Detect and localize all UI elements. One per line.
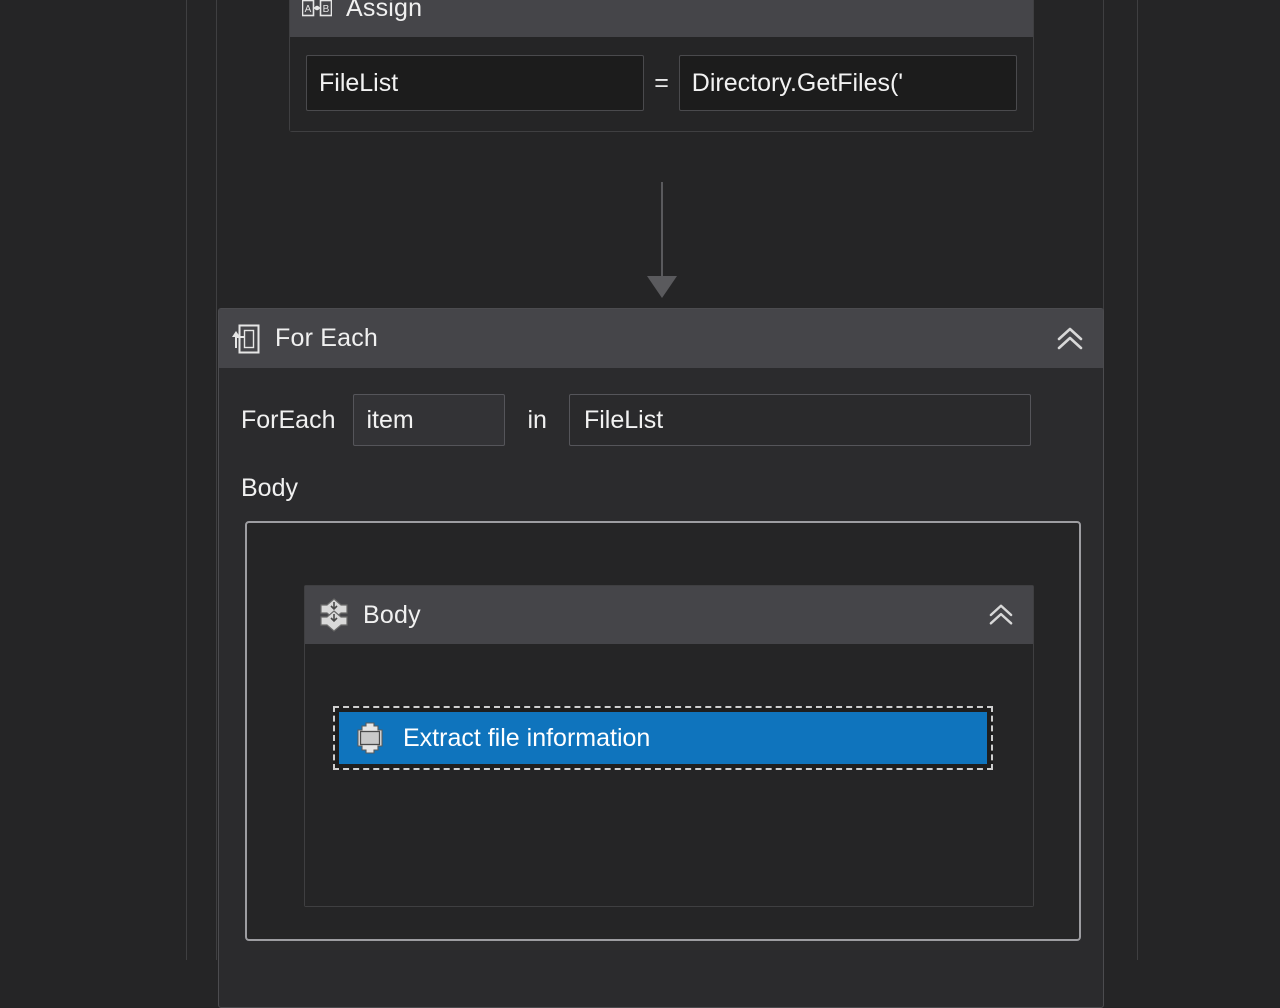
canvas-left-gutter bbox=[0, 0, 186, 960]
assign-value-field[interactable]: Directory.GetFiles(' bbox=[678, 55, 1017, 111]
for-each-in-label: in bbox=[527, 405, 547, 434]
for-each-activity-body: ForEach item in FileList Body Body Extra… bbox=[219, 368, 1103, 941]
for-each-body-label: Body bbox=[241, 474, 298, 502]
loop-icon bbox=[231, 323, 261, 355]
double-chevron-up-icon[interactable] bbox=[987, 603, 1015, 627]
sequence-activity-header[interactable]: Body bbox=[305, 586, 1033, 644]
double-chevron-up-icon[interactable] bbox=[1055, 326, 1085, 352]
arrow-down-icon bbox=[647, 276, 677, 298]
canvas-rail-outer-left bbox=[186, 0, 187, 960]
for-each-activity-title: For Each bbox=[275, 324, 379, 352]
sequence-activity-icon bbox=[355, 721, 385, 755]
assign-activity-body: FileList = Directory.GetFiles(' bbox=[290, 37, 1033, 131]
extract-file-information-activity[interactable]: Extract file information bbox=[339, 712, 987, 764]
connector-line bbox=[661, 182, 663, 280]
for-each-iterator-field[interactable]: item bbox=[353, 394, 506, 446]
assign-ab-icon: A B bbox=[302, 0, 332, 19]
assign-activity-title: Assign bbox=[346, 0, 423, 22]
for-each-collection-field[interactable]: FileList bbox=[568, 394, 1031, 446]
workflow-designer-canvas[interactable]: A B Assign FileList = Directory.GetFiles… bbox=[0, 0, 1280, 1008]
for-each-iteration-row: ForEach item in FileList bbox=[241, 394, 1081, 446]
sequence-activity-body: Extract file information bbox=[305, 644, 1033, 906]
extract-file-information-title: Extract file information bbox=[403, 723, 651, 752]
selected-activity-outline: Extract file information bbox=[333, 706, 993, 770]
for-each-activity-header[interactable]: For Each bbox=[219, 309, 1103, 368]
svg-text:A: A bbox=[305, 4, 312, 15]
assign-activity[interactable]: A B Assign FileList = Directory.GetFiles… bbox=[289, 0, 1034, 132]
sequence-activity[interactable]: Body Extract file information bbox=[304, 585, 1034, 907]
canvas-rail-outer-right bbox=[1137, 0, 1138, 960]
assign-operator: = bbox=[654, 68, 669, 97]
svg-text:B: B bbox=[323, 4, 330, 15]
for-each-prefix-label: ForEach bbox=[241, 405, 336, 434]
for-each-activity[interactable]: For Each ForEach item in FileList Body B… bbox=[218, 308, 1104, 1008]
assign-to-field[interactable]: FileList bbox=[306, 55, 645, 111]
sequence-activity-title: Body bbox=[363, 600, 421, 629]
canvas-rail-inner-left bbox=[216, 0, 217, 960]
for-each-body-container[interactable]: Body Extract file information bbox=[245, 521, 1081, 941]
assign-activity-header[interactable]: A B Assign bbox=[290, 0, 1033, 37]
sequence-icon bbox=[319, 598, 349, 632]
